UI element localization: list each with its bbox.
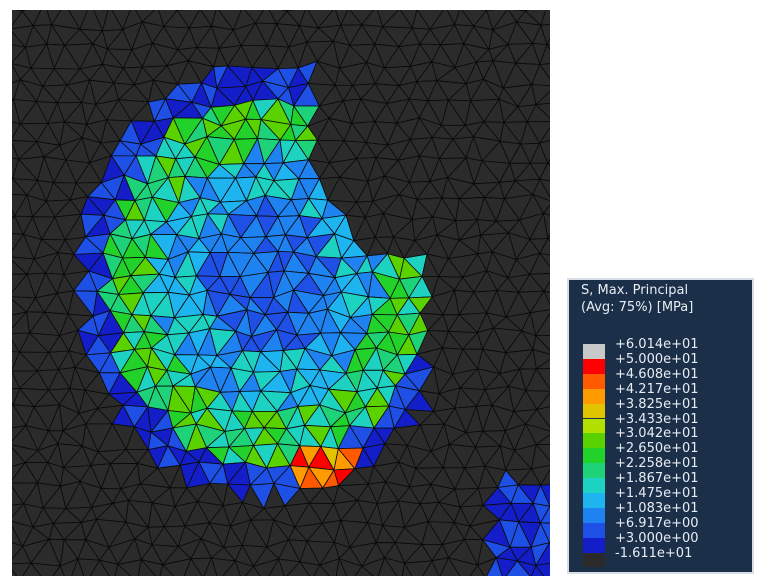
legend-value: +3.433e+01 [615,411,699,427]
legend-value: +1.867e+01 [615,471,699,487]
legend-swatch [583,403,605,419]
legend-value: +1.475e+01 [615,486,699,501]
legend-title: S, Max. Principal [581,283,689,298]
legend-value: +1.083e+01 [615,500,699,516]
legend-value: -1.611e+01 [615,545,693,561]
legend-swatch [583,507,605,523]
legend-swatch [583,552,605,568]
legend-swatch [583,418,605,434]
legend-swatch [583,448,605,464]
legend-subtitle: (Avg: 75%) [MPa] [581,300,694,315]
legend-swatch [583,537,605,553]
legend-swatch [583,478,605,493]
fea-mesh-viewport[interactable] [12,10,550,576]
legend-value: +3.042e+01 [615,426,699,442]
legend-swatch [583,388,605,404]
legend-value: +3.825e+01 [615,396,699,412]
legend-swatch [583,463,605,479]
legend-swatch [583,433,605,449]
legend-value: +2.258e+01 [615,456,699,472]
legend-value: +6.917e+00 [615,515,699,531]
legend-swatch [583,522,605,538]
stress-legend: S, Max. Principal (Avg: 75%) [MPa] +6.01… [567,278,754,574]
legend-swatch [583,373,605,389]
legend-value: +4.608e+01 [615,366,699,382]
legend-value: +2.650e+01 [615,441,699,457]
stress-contour-mesh [12,10,550,576]
legend-value: +5.000e+01 [615,351,699,367]
legend-value: +4.217e+01 [615,381,699,397]
legend-value: +3.000e+00 [615,530,699,546]
legend-swatch [583,358,605,374]
legend-value: +6.014e+01 [615,337,699,352]
legend-swatch [583,493,605,508]
legend-swatch [583,344,605,359]
